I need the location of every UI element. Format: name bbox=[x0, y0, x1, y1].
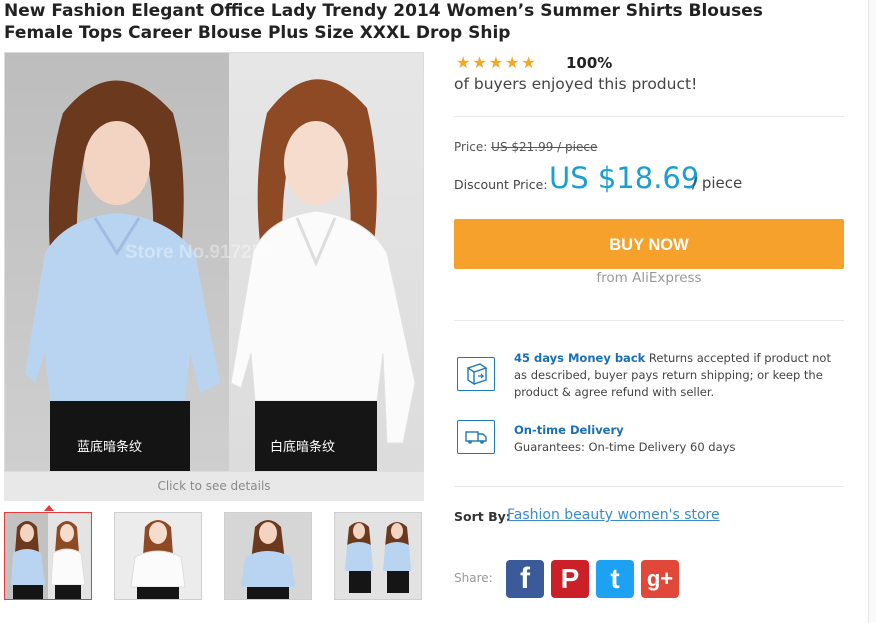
main-product-image[interactable]: Store No.917254 蓝底暗条纹 白底暗条纹 bbox=[4, 52, 424, 472]
blue-shirt-skirt-thumbnail bbox=[335, 513, 421, 599]
rating-stars: ★★★★★ bbox=[456, 53, 538, 72]
thumbnail-selected-marker bbox=[44, 505, 54, 511]
buy-now-button[interactable]: BUY NOW bbox=[454, 219, 844, 269]
discount-price: US $18.69 bbox=[549, 161, 700, 195]
google-plus-icon[interactable]: g+ bbox=[641, 560, 679, 598]
store-link[interactable]: Fashion beauty women's store bbox=[507, 507, 720, 523]
feature-delivery-title: On-time Delivery bbox=[514, 423, 624, 437]
delivery-truck-icon bbox=[457, 420, 495, 454]
thumbnail-4[interactable] bbox=[334, 512, 422, 600]
divider bbox=[454, 116, 844, 117]
facebook-icon[interactable]: f bbox=[506, 560, 544, 598]
original-price: US $21.99 / piece bbox=[491, 140, 598, 154]
blue-white-shirts-thumbnail bbox=[5, 513, 91, 599]
sort-by-label: Sort By: bbox=[454, 509, 511, 524]
thumbnail-2[interactable] bbox=[114, 512, 202, 600]
product-title: New Fashion Elegant Office Lady Trendy 2… bbox=[4, 0, 864, 44]
watermark: Store No.917254 bbox=[125, 242, 273, 263]
feature-money-back-title: 45 days Money back bbox=[514, 351, 646, 365]
feature-delivery: On-time Delivery Guarantees: On-time Del… bbox=[514, 422, 844, 456]
discount-price-label: Discount Price: bbox=[454, 177, 548, 192]
product-title-line1: New Fashion Elegant Office Lady Trendy 2… bbox=[4, 1, 763, 21]
divider bbox=[454, 486, 844, 487]
feature-delivery-text: Guarantees: On-time Delivery 60 days bbox=[514, 440, 736, 454]
price-label: Price: bbox=[454, 140, 488, 154]
rating-percent: 100% bbox=[566, 54, 613, 72]
caption-right: 白底暗条纹 bbox=[270, 439, 335, 455]
caption-left: 蓝底暗条纹 bbox=[77, 439, 142, 455]
click-to-see-details[interactable]: Click to see details bbox=[4, 472, 424, 501]
discount-price-unit: / piece bbox=[692, 174, 743, 192]
twitter-icon[interactable]: t bbox=[596, 560, 634, 598]
feature-money-back: 45 days Money back Returns accepted if p… bbox=[514, 350, 844, 401]
share-label: Share: bbox=[454, 571, 493, 585]
from-aliexpress: from AliExpress bbox=[596, 270, 702, 286]
original-price-row: Price: US $21.99 / piece bbox=[454, 140, 597, 154]
product-photo: Store No.917254 蓝底暗条纹 白底暗条纹 bbox=[5, 53, 423, 471]
thumbnail-1[interactable] bbox=[4, 512, 92, 600]
product-title-line2: Female Tops Career Blouse Plus Size XXXL… bbox=[4, 23, 511, 43]
divider bbox=[454, 320, 844, 321]
return-box-icon bbox=[457, 357, 495, 391]
pinterest-icon[interactable]: P bbox=[551, 560, 589, 598]
rating-text: of buyers enjoyed this product! bbox=[454, 75, 698, 93]
white-shirt-front-thumbnail bbox=[115, 513, 201, 599]
thumbnail-3[interactable] bbox=[224, 512, 312, 600]
blue-shirt-pose-thumbnail bbox=[225, 513, 311, 599]
right-scroll-frame bbox=[868, 0, 876, 623]
